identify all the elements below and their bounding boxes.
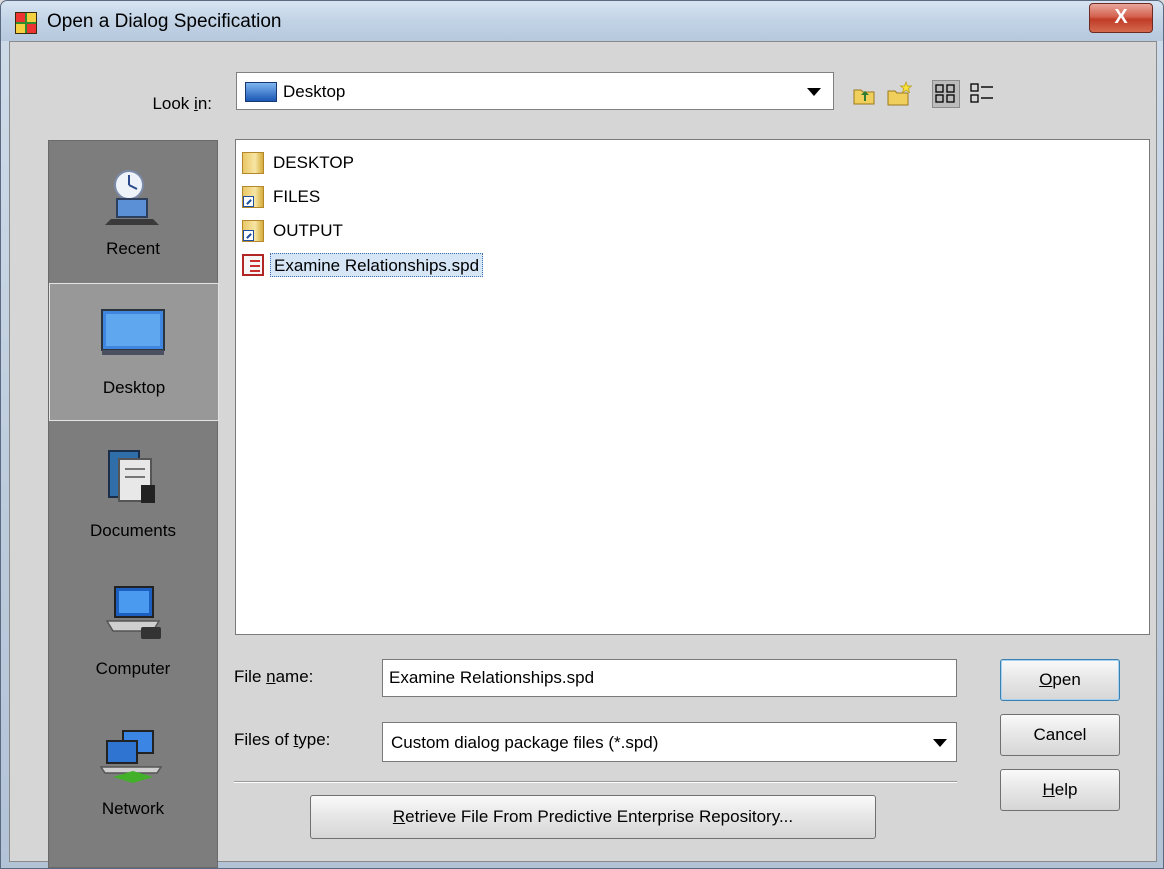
desktop-icon xyxy=(101,309,165,355)
app-icon-cell xyxy=(16,24,25,33)
up-one-level-icon xyxy=(853,89,875,105)
retrieve-from-repository-button[interactable]: Retrieve File From Predictive Enterprise… xyxy=(310,795,876,839)
desktop-icon xyxy=(245,82,277,102)
places-label-desktop: Desktop xyxy=(102,378,166,397)
help-button[interactable]: Help xyxy=(1000,769,1120,811)
places-item-computer[interactable]: Computer xyxy=(49,563,219,701)
file-list[interactable]: DESKTOP FILES OUTPUT Examine Relationshi… xyxy=(235,139,1150,635)
app-icon-cell xyxy=(16,13,25,22)
look-in-dropdown[interactable]: Desktop xyxy=(236,72,834,110)
computer-icon xyxy=(105,586,161,639)
places-label-network: Network xyxy=(101,799,165,818)
dialog-client-area: Look in: Desktop Recent Desktop Document… xyxy=(9,41,1157,868)
list-view-button[interactable] xyxy=(932,80,960,108)
details-view-button[interactable] xyxy=(968,80,996,108)
spd-icon-line xyxy=(250,265,260,267)
dialog-window: Open a Dialog Specification X Look in: D… xyxy=(0,0,1164,869)
places-item-documents[interactable]: Documents xyxy=(49,423,219,561)
places-item-recent[interactable]: Recent xyxy=(49,143,219,281)
up-one-level-button[interactable] xyxy=(850,80,878,108)
details-view-icon xyxy=(970,83,993,103)
file-type-value: Custom dialog package files (*.spd) xyxy=(391,733,659,752)
folder-shortcut-icon xyxy=(242,220,264,242)
chevron-down-icon[interactable] xyxy=(807,88,821,96)
spd-file-icon xyxy=(242,254,264,276)
file-name-label: File name: xyxy=(234,667,314,686)
file-type-label: Files of type: xyxy=(234,730,331,749)
places-label-documents: Documents xyxy=(90,521,176,540)
file-name-label: Examine Relationships.spd xyxy=(270,253,484,277)
places-label-computer: Computer xyxy=(95,659,171,678)
spd-icon-line xyxy=(250,260,260,262)
open-button[interactable]: Open xyxy=(1000,659,1120,701)
create-new-folder-icon xyxy=(887,81,913,106)
look-in-value: Desktop xyxy=(283,82,346,101)
app-icon-cell xyxy=(27,24,36,33)
shortcut-arrow-icon xyxy=(243,196,254,207)
file-name-label: DESKTOP xyxy=(273,153,354,172)
create-new-folder-button[interactable] xyxy=(886,80,914,108)
places-item-network[interactable]: Network xyxy=(49,703,219,841)
app-icon xyxy=(15,12,37,34)
shortcut-arrow-icon xyxy=(243,230,254,241)
recent-icon xyxy=(105,170,159,225)
close-button[interactable]: X xyxy=(1089,3,1153,33)
file-name-field[interactable] xyxy=(382,659,957,697)
chevron-down-icon[interactable] xyxy=(933,739,947,747)
places-bar: Recent Desktop Documents Computer Networ… xyxy=(48,140,219,868)
look-in-label: Look in: xyxy=(152,94,212,113)
spd-icon-line xyxy=(250,270,260,272)
app-icon-cell xyxy=(27,13,36,22)
documents-icon xyxy=(108,450,155,503)
cancel-button[interactable]: Cancel xyxy=(1000,714,1120,756)
places-item-desktop[interactable]: Desktop xyxy=(49,283,219,421)
file-name-label: OUTPUT xyxy=(273,221,343,240)
divider xyxy=(234,781,957,783)
window-title: Open a Dialog Specification xyxy=(47,11,282,32)
network-icon xyxy=(99,730,163,783)
folder-shortcut-icon xyxy=(242,186,264,208)
file-name-label: FILES xyxy=(273,187,321,206)
file-type-dropdown[interactable]: Custom dialog package files (*.spd) xyxy=(382,722,957,762)
places-label-recent: Recent xyxy=(106,239,160,258)
title-bar[interactable]: Open a Dialog Specification X xyxy=(1,1,1163,41)
list-view-icon xyxy=(935,84,955,103)
folder-icon xyxy=(242,152,264,174)
